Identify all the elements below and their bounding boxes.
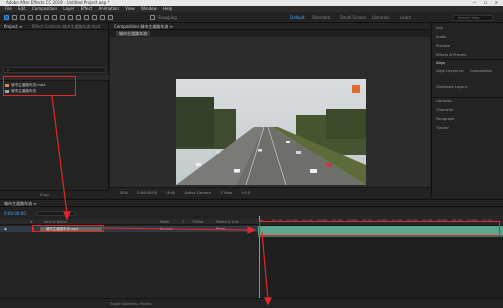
rotate-tool-icon[interactable] — [28, 15, 33, 20]
divider — [432, 97, 503, 98]
current-time-indicator[interactable]: 0:00:00:00 — [4, 211, 26, 216]
panel-audio[interactable]: Audio — [436, 35, 446, 39]
selection-tool-icon[interactable] — [4, 15, 9, 20]
project-tab-bar: Project ≡ Effect Controls 城市主道路车流.mp4 — [0, 23, 108, 30]
menu-animation[interactable]: Animation — [99, 6, 119, 11]
composition-subtab-bar: 城市主道路车流 — [110, 30, 430, 37]
project-items-highlight — [3, 76, 76, 96]
menu-edit[interactable]: Edit — [18, 6, 26, 11]
panel-character[interactable]: Character — [436, 108, 454, 112]
composition-panel: Composition 城市主道路车流 ≡ 城市主道路车流 50% 0:00:0… — [110, 23, 430, 198]
track-highlight — [259, 221, 500, 236]
workspace-standard[interactable]: Standard — [312, 15, 330, 20]
pan-behind-tool-icon[interactable] — [44, 15, 49, 20]
menu-file[interactable]: File — [5, 6, 12, 11]
maximize-button[interactable]: ☐ — [484, 0, 491, 5]
project-search-input[interactable]: ρ. — [3, 67, 106, 73]
snapping-label: Snapping — [158, 15, 177, 20]
panel-preview[interactable]: Preview — [436, 44, 450, 48]
timeline-footer: Toggle Switches / Modes — [0, 298, 503, 308]
timeline-search-input[interactable] — [36, 211, 76, 216]
eraser-tool-icon[interactable] — [92, 15, 97, 20]
right-panel-stack: Info Audio Preview Effects & Presets Ali… — [431, 23, 503, 198]
panel-libraries[interactable]: Libraries — [436, 99, 452, 103]
tools-toolbar: Snapping Default Standard Small Screen L… — [0, 12, 503, 23]
column-trkmat: TrkMat — [192, 220, 204, 224]
divider — [432, 59, 503, 60]
workspace-learn[interactable]: Learn — [400, 15, 411, 20]
menu-layer[interactable]: Layer — [63, 6, 74, 11]
align-target-dropdown[interactable]: Composition — [470, 69, 492, 73]
resolution-dropdown[interactable]: (Full) — [166, 191, 175, 195]
timeline-panel: 城市主道路车流 ≡ 0:00:00:00 # Source Name Mode … — [0, 199, 503, 308]
bit-depth-label[interactable]: 8 bpc — [40, 193, 49, 197]
pen-tool-icon[interactable] — [60, 15, 65, 20]
timeline-tab-bar: 城市主道路车流 ≡ — [0, 200, 503, 207]
composition-subtab[interactable]: 城市主道路车流 — [116, 31, 150, 36]
workspace-default[interactable]: Default — [290, 15, 305, 20]
workspace-libraries[interactable]: Libraries — [372, 15, 389, 20]
layer-parent-dropdown[interactable]: None — [216, 227, 225, 231]
active-camera-dropdown[interactable]: Active Camera — [184, 191, 210, 195]
panel-effects-presets[interactable]: Effects & Presets — [436, 53, 466, 57]
timeline-track-area[interactable] — [258, 237, 503, 299]
toggle-switches-modes[interactable]: Toggle Switches / Modes — [110, 302, 151, 306]
shape-tool-icon[interactable] — [52, 15, 57, 20]
panel-paragraph[interactable]: Paragraph — [436, 117, 454, 121]
menu-window[interactable]: Window — [141, 6, 157, 11]
video-frame — [176, 79, 366, 185]
minimize-button[interactable]: — — [472, 0, 479, 5]
exposure-value[interactable]: +0.0 — [241, 191, 250, 195]
current-time-display[interactable]: 0:00:00:00 — [137, 191, 157, 195]
align-layers-label: Align Layers to: — [436, 69, 465, 73]
visibility-eye-icon[interactable]: ◉ — [4, 226, 7, 232]
project-panel: Project ≡ Effect Controls 城市主道路车流.mp4 ρ.… — [0, 23, 109, 198]
menu-composition[interactable]: Composition — [32, 6, 57, 11]
hand-tool-icon[interactable] — [12, 15, 17, 20]
zoom-level-dropdown[interactable]: 50% — [120, 191, 128, 195]
menu-view[interactable]: View — [125, 6, 135, 11]
workspace-small-screen[interactable]: Small Screen — [340, 15, 366, 20]
road-traffic-image — [176, 79, 366, 185]
close-button[interactable]: ✕ — [495, 0, 501, 5]
composition-viewer[interactable] — [110, 37, 430, 187]
distribute-layers-label: Distribute Layers: — [436, 85, 468, 89]
menu-effect[interactable]: Effect — [81, 6, 93, 11]
column-t: T — [182, 220, 185, 224]
panel-tracker[interactable]: Tracker — [436, 126, 449, 130]
puppet-tool-icon[interactable] — [108, 15, 113, 20]
composition-tab-bar: Composition 城市主道路车流 ≡ — [110, 23, 430, 30]
composition-controls: 50% 0:00:00:00 (Full) Active Camera 1 Vi… — [110, 187, 430, 198]
panel-align[interactable]: Align — [436, 61, 445, 65]
column-mode: Mode — [160, 220, 170, 224]
tab-composition[interactable]: Composition 城市主道路车流 ≡ — [114, 24, 173, 29]
camera-tool-icon[interactable] — [36, 15, 41, 20]
tab-timeline[interactable]: 城市主道路车流 ≡ — [4, 201, 37, 206]
column-parent: Parent & Link — [216, 220, 239, 224]
roto-brush-tool-icon[interactable] — [100, 15, 105, 20]
view-layout-dropdown[interactable]: 1 View — [220, 191, 232, 195]
layer-highlight — [32, 225, 104, 232]
type-tool-icon[interactable] — [68, 15, 73, 20]
zoom-tool-icon[interactable] — [20, 15, 25, 20]
search-help-input[interactable]: Search Help — [453, 15, 493, 21]
tab-effect-controls[interactable]: Effect Controls 城市主道路车流.mp4 — [32, 24, 101, 29]
panel-info[interactable]: Info — [436, 26, 443, 30]
clone-stamp-tool-icon[interactable] — [84, 15, 89, 20]
snapping-checkbox-icon[interactable] — [150, 15, 155, 20]
project-footer: 8 bpc — [0, 190, 109, 198]
layer-mode-dropdown[interactable]: Normal — [160, 227, 172, 231]
menu-help[interactable]: Help — [163, 6, 172, 11]
brush-tool-icon[interactable] — [76, 15, 81, 20]
tab-project[interactable]: Project ≡ — [4, 24, 22, 29]
window-title: Adobe After Effects CC 2019 - Untitled P… — [6, 0, 110, 5]
